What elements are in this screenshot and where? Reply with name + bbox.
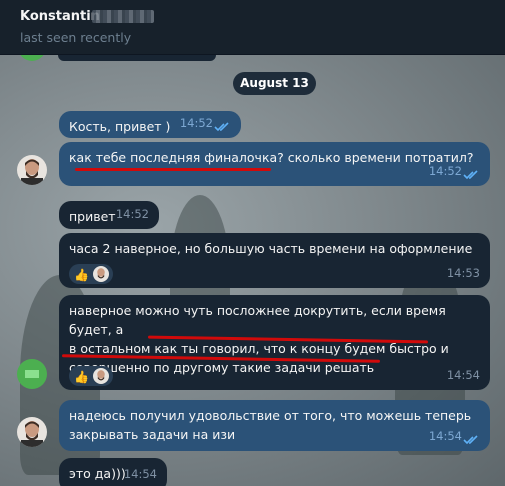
message-time: 14:52 [428, 164, 462, 178]
date-separator: August 13 [233, 72, 316, 95]
blurred-surname [92, 10, 154, 23]
highlight-underline [75, 168, 271, 171]
message-time: 14:52 [115, 207, 149, 221]
message-time: 14:54 [446, 368, 480, 382]
contact-status: last seen recently [20, 30, 132, 45]
previous-message-bubble [58, 55, 216, 61]
reactor-avatar [93, 266, 109, 282]
message-time: 14:54 [123, 467, 157, 481]
chat-area[interactable]: August 13 Кость, привет ) 14:52 как тебе… [0, 55, 505, 486]
message-text: Кость, привет ) [69, 119, 171, 134]
message-line: надеюсь получил удовольствие от того, чт… [69, 408, 472, 423]
double-check-icon [463, 435, 478, 445]
my-avatar[interactable] [17, 155, 47, 185]
message-text: часа 2 наверное, но большую часть времен… [69, 241, 473, 256]
chat-header[interactable]: Konstantin last seen recently [0, 0, 505, 55]
message-line: закрывать задачи на изи [69, 427, 236, 442]
message-time: 14:54 [428, 429, 462, 443]
reaction-badge[interactable]: 👍 [69, 264, 113, 284]
contact-avatar[interactable] [18, 55, 46, 61]
message-text: как тебе последняя финалочка? сколько вр… [69, 150, 474, 165]
message-bubble[interactable]: Кость, привет ) 14:52 [59, 111, 241, 138]
double-check-icon [214, 122, 229, 132]
message-time: 14:52 [179, 116, 213, 130]
message-bubble[interactable]: надеюсь получил удовольствие от того, чт… [59, 400, 490, 451]
message-text: привет [69, 209, 116, 224]
my-avatar[interactable] [17, 417, 47, 447]
message-line: совершенно по другому такие задачи решат… [69, 360, 375, 375]
message-line: наверное можно чуть посложнее докрутить,… [69, 303, 446, 337]
thumbs-up-icon: 👍 [74, 370, 89, 384]
reaction-badge[interactable]: 👍 [69, 366, 113, 386]
contact-name[interactable]: Konstantin [20, 9, 100, 24]
contact-avatar[interactable] [17, 359, 47, 389]
message-bubble[interactable]: как тебе последняя финалочка? сколько вр… [59, 142, 490, 186]
message-bubble[interactable]: часа 2 наверное, но большую часть времен… [59, 233, 490, 288]
message-text: это да))) [69, 466, 126, 481]
message-time: 14:53 [446, 266, 480, 280]
reactor-avatar [93, 368, 109, 384]
double-check-icon [463, 170, 478, 180]
message-bubble[interactable]: привет 14:52 [59, 201, 159, 229]
thumbs-up-icon: 👍 [74, 268, 89, 282]
message-bubble[interactable]: это да))) 14:54 [59, 458, 167, 486]
